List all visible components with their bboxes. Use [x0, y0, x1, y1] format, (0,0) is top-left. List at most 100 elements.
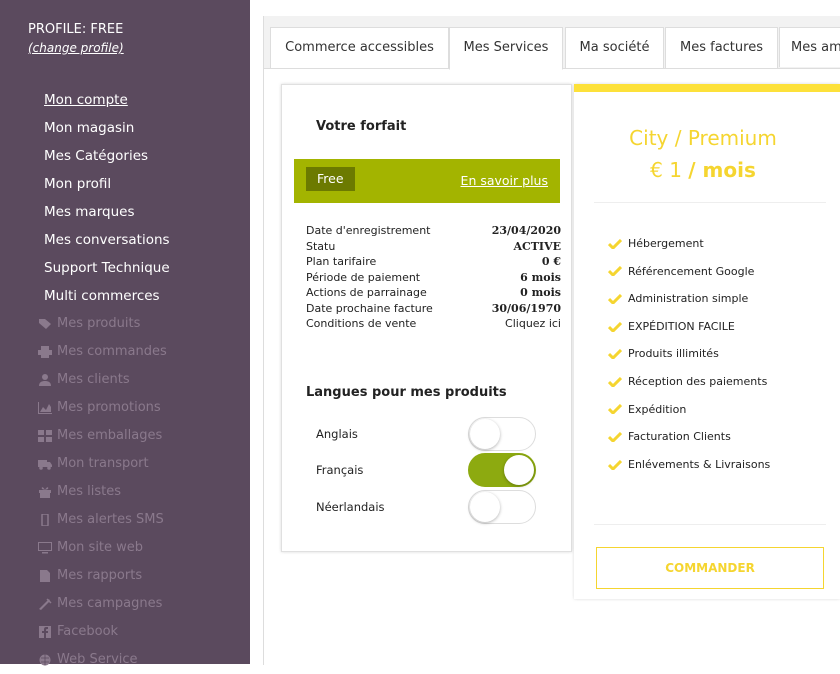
- megaphone-icon: [39, 598, 52, 610]
- toggle-knob: [504, 455, 534, 485]
- sidebar-item-mon-magasin[interactable]: Mon magasin: [44, 114, 170, 142]
- feature-label: Référencement Google: [628, 264, 755, 278]
- tab-commerce-accessibles[interactable]: Commerce accessibles: [270, 27, 449, 68]
- toggle-francais[interactable]: [468, 453, 536, 487]
- sidebar-item-label: Mes rapports: [57, 568, 143, 583]
- feature-item: Réception des paiements: [608, 368, 770, 396]
- language-label-francais: Français: [316, 463, 364, 477]
- info-value: 6 mois: [520, 270, 561, 284]
- language-label-neerlandais: Néerlandais: [316, 500, 385, 514]
- feature-label: Expédition: [628, 402, 687, 416]
- terms-link[interactable]: Cliquez ici: [505, 316, 561, 332]
- info-value: 23/04/2020: [491, 224, 561, 237]
- plan-badge: Free: [306, 167, 355, 191]
- check-icon: [608, 404, 622, 415]
- area-chart-icon: [38, 402, 52, 414]
- check-icon: [608, 349, 622, 360]
- feature-item: Expédition: [608, 396, 770, 424]
- feature-label: Facturation Clients: [628, 430, 731, 444]
- printer-icon: [38, 346, 52, 358]
- sidebar-item-mes-campagnes: Mes campagnes: [38, 590, 167, 618]
- sidebar-item-mes-marques[interactable]: Mes marques: [44, 198, 170, 226]
- tab-mes-services[interactable]: Mes Services: [449, 27, 563, 70]
- info-label: Statu: [306, 239, 336, 253]
- sidebar-item-mon-transport: Mon transport: [38, 450, 167, 478]
- sidebar-item-facebook: Facebook: [38, 618, 167, 646]
- learn-more-link[interactable]: En savoir plus: [461, 173, 548, 188]
- sidebar-item-label: Mes emballages: [57, 428, 163, 443]
- sidebar-item-mes-listes: Mes listes: [38, 478, 167, 506]
- feature-item: Hébergement: [608, 230, 770, 258]
- file-icon: [40, 570, 50, 582]
- sidebar-item-label: Mes listes: [57, 484, 121, 499]
- sidebar-item-label: Mon site web: [57, 540, 144, 555]
- info-label: Conditions de vente: [306, 317, 417, 330]
- info-row-terms: Conditions de vente Cliquez ici: [306, 316, 561, 332]
- info-value: 30/06/1970: [491, 301, 561, 315]
- toggle-knob: [470, 419, 500, 449]
- check-icon: [608, 431, 622, 442]
- feature-item: Référencement Google: [608, 258, 770, 286]
- sidebar-item-label: Mes clients: [57, 372, 130, 387]
- tab-ma-societe[interactable]: Ma société: [565, 27, 664, 68]
- offer-name: City / Premium: [629, 126, 777, 150]
- tag-icon: [39, 319, 51, 329]
- tab-mes-factures[interactable]: Mes factures: [665, 27, 778, 68]
- info-label: Plan tarifaire: [306, 255, 377, 268]
- feature-label: EXPÉDITION FACILE: [628, 319, 735, 333]
- sidebar-item-label: Mes alertes SMS: [57, 512, 164, 527]
- sidebar-item-mes-commandes: Mes commandes: [38, 338, 167, 366]
- sidebar-item-mes-emballages: Mes emballages: [38, 422, 167, 450]
- info-label: Date d'enregistrement: [306, 224, 431, 237]
- info-label: Date prochaine facture: [306, 301, 433, 315]
- plan-title: Votre forfait: [316, 119, 407, 134]
- sidebar-item-mes-rapports: Mes rapports: [38, 562, 167, 590]
- sidebar-item-label: Mes produits: [57, 316, 141, 331]
- sidebar: PROFILE: FREE (change profile) Mon compt…: [0, 0, 250, 667]
- info-value: 0 mois: [520, 286, 561, 299]
- feature-label: Produits illimités: [628, 347, 719, 361]
- sidebar-item-support-technique[interactable]: Support Technique: [44, 254, 170, 282]
- facebook-icon: [39, 626, 51, 638]
- tab-mes-am[interactable]: Mes am: [779, 27, 840, 67]
- toggle-neerlandais[interactable]: [468, 490, 536, 524]
- feature-label: Hébergement: [628, 237, 704, 250]
- sidebar-item-mes-produits: Mes produits: [38, 310, 167, 338]
- divider: [594, 202, 826, 203]
- offer-price-amount: € 1: [650, 158, 682, 182]
- feature-item: Produits illimités: [608, 340, 770, 368]
- sidebar-item-label: Mes commandes: [57, 344, 167, 359]
- check-icon: [608, 376, 622, 387]
- language-label-anglais: Anglais: [316, 427, 358, 441]
- sidebar-item-label: Mon transport: [57, 456, 149, 471]
- sidebar-item-mes-conversations[interactable]: Mes conversations: [44, 226, 170, 254]
- info-label: Actions de parrainage: [306, 286, 427, 299]
- sidebar-item-web-service: Web Service: [38, 646, 167, 674]
- user-icon: [39, 374, 51, 386]
- sidebar-item-multi-commerces[interactable]: Multi commerces: [44, 282, 170, 310]
- profile-block: PROFILE: FREE (change profile): [28, 22, 124, 55]
- offer-price: € 1 / mois: [574, 158, 832, 182]
- toggle-anglais[interactable]: [468, 417, 536, 451]
- sidebar-item-label: Mes promotions: [57, 400, 161, 415]
- feature-item: Administration simple: [608, 285, 770, 313]
- info-value: 0 €: [541, 255, 561, 268]
- sidebar-main-menu: Mon compte Mon magasin Mes Catégories Mo…: [44, 86, 170, 310]
- sidebar-item-mes-clients: Mes clients: [38, 366, 167, 394]
- sidebar-item-mon-compte[interactable]: Mon compte: [44, 86, 170, 114]
- toggle-knob: [470, 492, 500, 522]
- feature-label: Réception des paiements: [628, 374, 768, 388]
- info-row-payment-period: Période de paiement 6 mois: [306, 270, 561, 286]
- globe-icon: [39, 654, 51, 666]
- sidebar-item-label: Web Service: [57, 652, 138, 667]
- info-value: ACTIVE: [513, 239, 561, 253]
- check-icon: [608, 293, 622, 304]
- sidebar-item-mon-profil[interactable]: Mon profil: [44, 170, 170, 198]
- info-row-status: Statu ACTIVE: [306, 239, 561, 255]
- gift-icon: [39, 487, 51, 498]
- order-button[interactable]: COMMANDER: [596, 547, 824, 589]
- feature-list: Hébergement Référencement Google Adminis…: [608, 230, 770, 478]
- sidebar-item-mes-categories[interactable]: Mes Catégories: [44, 142, 170, 170]
- offer-card: City / Premium € 1 / mois Hébergement Ré…: [574, 84, 840, 599]
- change-profile-link[interactable]: (change profile): [28, 41, 124, 55]
